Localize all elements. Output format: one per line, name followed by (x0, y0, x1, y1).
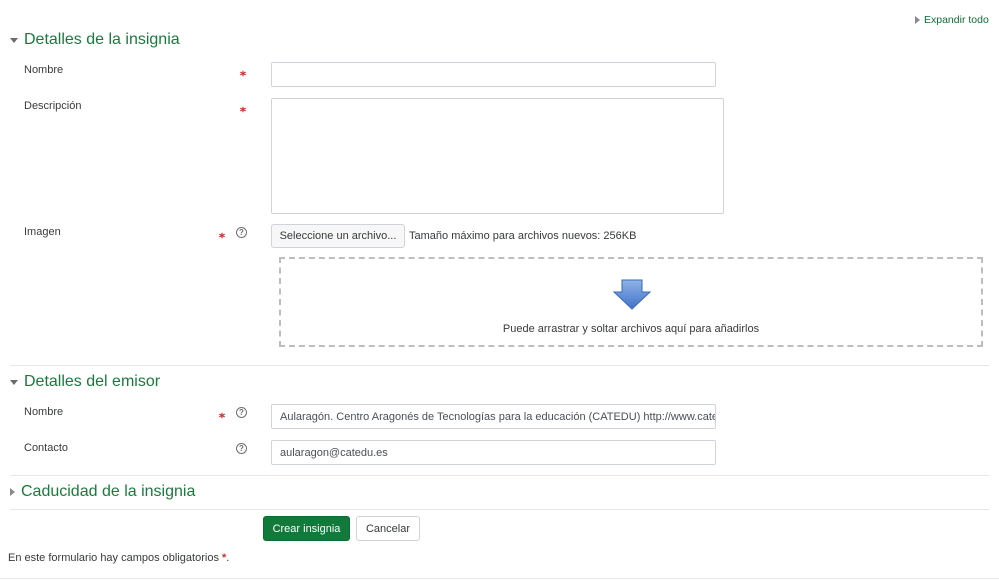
issuer-contact-input[interactable]: aularagon@catedu.es (271, 440, 716, 465)
choose-file-button[interactable]: Seleccione un archivo... (271, 224, 405, 248)
badge-description-textarea[interactable] (271, 98, 724, 214)
dropzone-text: Puede arrastrar y soltar archivos aquí p… (502, 323, 760, 335)
required-icon: ⁎ (240, 101, 246, 115)
section-divider (10, 509, 989, 510)
badge-image-label: Imagen (24, 226, 61, 238)
section-issuer-details-toggle[interactable]: Detalles del emisor (10, 373, 160, 391)
badge-name-label: Nombre (24, 64, 64, 76)
section-title-badge-details: Detalles de la insignia (24, 31, 180, 48)
expand-arrow-icon (10, 488, 15, 496)
file-dropzone[interactable]: Puede arrastrar y soltar archivos aquí p… (279, 257, 983, 347)
section-divider (10, 365, 989, 366)
section-title-issuer-details: Detalles del emisor (24, 373, 161, 390)
required-note-period: . (226, 552, 230, 564)
issuer-name-input[interactable]: Aularagón. Centro Aragonés de Tecnología… (271, 404, 716, 429)
section-divider (10, 475, 989, 476)
expand-arrow-icon (915, 16, 920, 24)
required-fields-note: En este formulario hay campos obligatori… (8, 552, 229, 564)
expand-all-link[interactable]: Expandir todo (915, 14, 989, 26)
issuer-name-label: Nombre (24, 406, 64, 418)
badge-name-input[interactable] (271, 62, 716, 87)
help-icon[interactable]: ? (236, 443, 247, 454)
issuer-contact-label: Contacto (24, 442, 69, 454)
collapse-arrow-icon (10, 379, 18, 385)
required-icon: ⁎ (219, 227, 225, 241)
section-title-expiry: Caducidad de la insignia (21, 483, 196, 500)
cancel-button[interactable]: Cancelar (356, 516, 420, 541)
footer-divider (0, 578, 999, 579)
required-icon: ⁎ (240, 65, 246, 79)
max-file-size-text: Tamaño máximo para archivos nuevos: 256K… (409, 230, 637, 242)
help-icon[interactable]: ? (236, 227, 247, 238)
badge-description-label: Descripción (24, 100, 82, 112)
section-expiry-toggle[interactable]: Caducidad de la insignia (10, 483, 195, 501)
help-icon[interactable]: ? (236, 407, 247, 418)
expand-all-label: Expandir todo (924, 14, 989, 26)
collapse-arrow-icon (10, 37, 18, 43)
download-arrow-icon (613, 279, 651, 310)
create-badge-button[interactable]: Crear insignia (263, 516, 350, 541)
section-badge-details-toggle[interactable]: Detalles de la insignia (10, 31, 180, 49)
required-note-text: En este formulario hay campos obligatori… (8, 552, 219, 564)
required-icon: ⁎ (219, 407, 225, 421)
